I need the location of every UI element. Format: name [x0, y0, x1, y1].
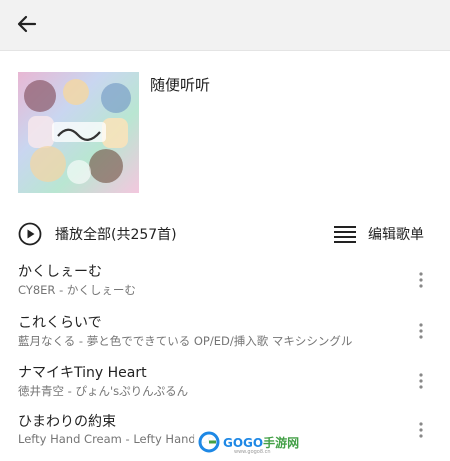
play-all-label: 播放全部(共257首): [55, 227, 177, 243]
more-vert-icon: [419, 422, 423, 438]
play-all-button[interactable]: 播放全部(共257首): [18, 221, 177, 247]
more-options-button[interactable]: [412, 318, 430, 344]
song-item[interactable]: ナマイキTiny Heart 徳井青空 - ぴょん'sぷりんぷるん: [0, 362, 450, 412]
edit-playlist-button[interactable]: 编辑歌单: [334, 221, 424, 247]
song-subtitle: 徳井青空 - ぴょん'sぷりんぷるん: [18, 384, 189, 398]
album-art-image: [18, 72, 139, 193]
top-app-bar: [0, 0, 450, 51]
more-vert-icon: [419, 323, 423, 339]
watermark-text-a: GOGO: [223, 435, 264, 450]
song-title: ひまわりの約束: [18, 414, 116, 430]
song-subtitle: CY8ER - かくしぇーむ: [18, 283, 136, 297]
song-title: ナマイキTiny Heart: [18, 365, 147, 381]
more-options-button[interactable]: [412, 417, 430, 443]
more-options-button[interactable]: [412, 368, 430, 394]
edit-playlist-label: 编辑歌单: [368, 227, 424, 243]
song-subtitle: 藍月なくる - 夢と色でできている OP/ED/挿入歌 マキシシングル: [18, 334, 353, 348]
watermark-text: GOGO手游网: [223, 434, 299, 451]
song-item[interactable]: かくしぇーむ CY8ER - かくしぇーむ: [0, 261, 450, 311]
more-vert-icon: [419, 272, 423, 288]
watermark-text-b: 手游网: [263, 435, 300, 450]
more-vert-icon: [419, 373, 423, 389]
album-cover[interactable]: [18, 72, 139, 193]
song-title: かくしぇーむ: [18, 264, 102, 280]
song-item[interactable]: これくらいで 藍月なくる - 夢と色でできている OP/ED/挿入歌 マキシシン…: [0, 312, 450, 362]
back-button[interactable]: [12, 9, 42, 39]
song-subtitle: Lefty Hand Cream - Lefty Hand Co: [18, 432, 215, 446]
song-title: これくらいで: [18, 315, 102, 331]
arrow-left-icon: [17, 15, 37, 33]
watermark-logo: GOGO手游网 www.gogo8.cn: [194, 428, 306, 456]
list-icon: [334, 226, 356, 243]
actions-row: 播放全部(共257首) 编辑歌单: [0, 216, 450, 252]
gogo-logo-icon: [198, 431, 220, 453]
watermark-url: www.gogo8.cn: [234, 449, 271, 455]
more-options-button[interactable]: [412, 267, 430, 293]
play-circle-icon: [18, 222, 42, 246]
playlist-title: 随便听听: [150, 76, 211, 94]
